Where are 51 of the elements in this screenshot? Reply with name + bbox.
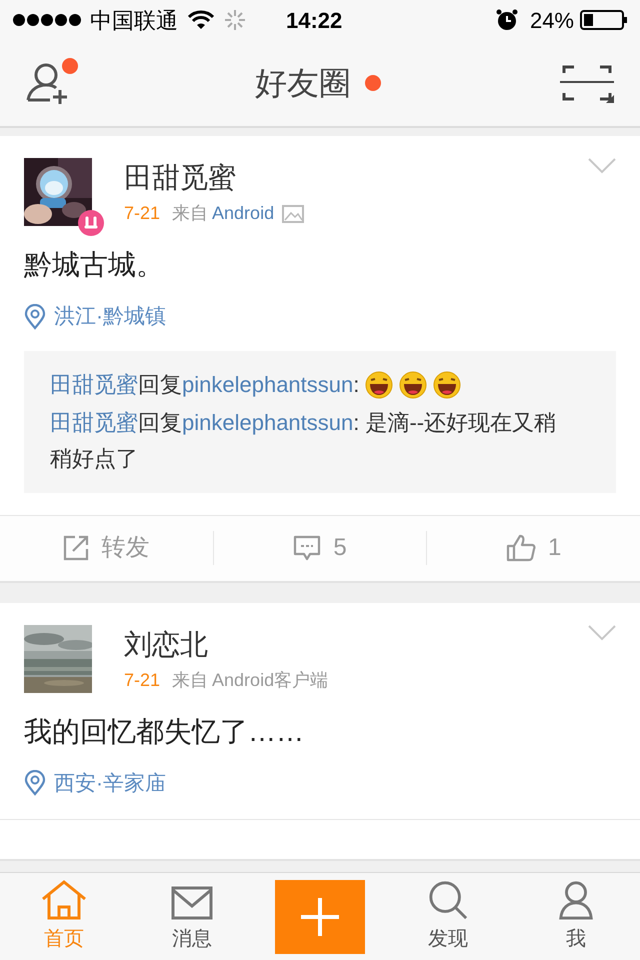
reply-text: 田甜觅蜜回复pinkelephantssun: 是滴--还好现在又稍稍好点了: [50, 408, 558, 472]
share-icon: [63, 535, 90, 561]
post-text: 我的回忆都失忆了……: [23, 714, 305, 748]
status-time: 14:22: [286, 6, 342, 34]
like-button[interactable]: 1: [506, 530, 562, 566]
tab-item[interactable]: 发现: [427, 880, 469, 954]
source-label: Android客户端: [212, 668, 328, 692]
user-link[interactable]: 田甜觅蜜: [50, 372, 138, 396]
laughing-emoji-icon: [433, 370, 462, 398]
plus-icon: [299, 896, 341, 938]
envelope-icon: [171, 886, 213, 920]
location-link[interactable]: 西安·辛家庙: [54, 768, 166, 799]
location-link[interactable]: 洪江·黔城镇: [54, 301, 166, 332]
author-name[interactable]: 田甜觅蜜: [124, 160, 304, 196]
user-link[interactable]: 田甜觅蜜: [50, 410, 138, 434]
author-name[interactable]: 刘恋北: [124, 626, 328, 662]
dropdown-icon[interactable]: [588, 624, 616, 640]
tab-item[interactable]: 我: [558, 880, 594, 954]
comment-button[interactable]: 5: [293, 530, 347, 566]
location-pin-icon: [24, 770, 46, 796]
scan-button[interactable]: [560, 63, 614, 103]
post-date: 7-21: [124, 668, 160, 692]
alarm-icon: [496, 9, 518, 31]
dropdown-icon[interactable]: [588, 158, 616, 174]
tab-item[interactable]: 首页: [41, 880, 87, 954]
repost-button[interactable]: 转发: [63, 530, 150, 566]
reply-text: 田甜觅蜜回复pinkelephantssun:: [50, 370, 360, 399]
wifi-icon: [188, 10, 214, 30]
tab-item[interactable]: 消息: [171, 880, 213, 954]
carrier-name: 中国联通: [90, 6, 178, 34]
signal-icon: [12, 13, 84, 27]
user-link[interactable]: pinkelephantssun: [182, 410, 354, 434]
source-label: 来自: [172, 668, 208, 692]
person-icon: [558, 880, 594, 920]
post-text: 黔城古城。: [23, 248, 165, 282]
home-icon: [41, 880, 87, 920]
battery-icon: [580, 9, 628, 31]
post-date: 7-21: [124, 202, 160, 225]
thumbs-up-icon: [506, 534, 536, 562]
battery-percent: 24%: [530, 6, 574, 34]
location-pin-icon: [24, 304, 46, 330]
loading-icon: [224, 9, 246, 31]
user-link[interactable]: pinkelephantssun: [182, 372, 354, 396]
source-label: 来自: [172, 202, 208, 225]
source-link[interactable]: Android: [212, 200, 274, 227]
laughing-emoji-icon: [365, 370, 394, 398]
page-title: 好友圈: [255, 64, 351, 103]
comment-icon: [293, 535, 322, 561]
compose-button[interactable]: [275, 880, 365, 954]
laughing-emoji-icon: [399, 370, 428, 398]
search-icon: [427, 880, 469, 920]
